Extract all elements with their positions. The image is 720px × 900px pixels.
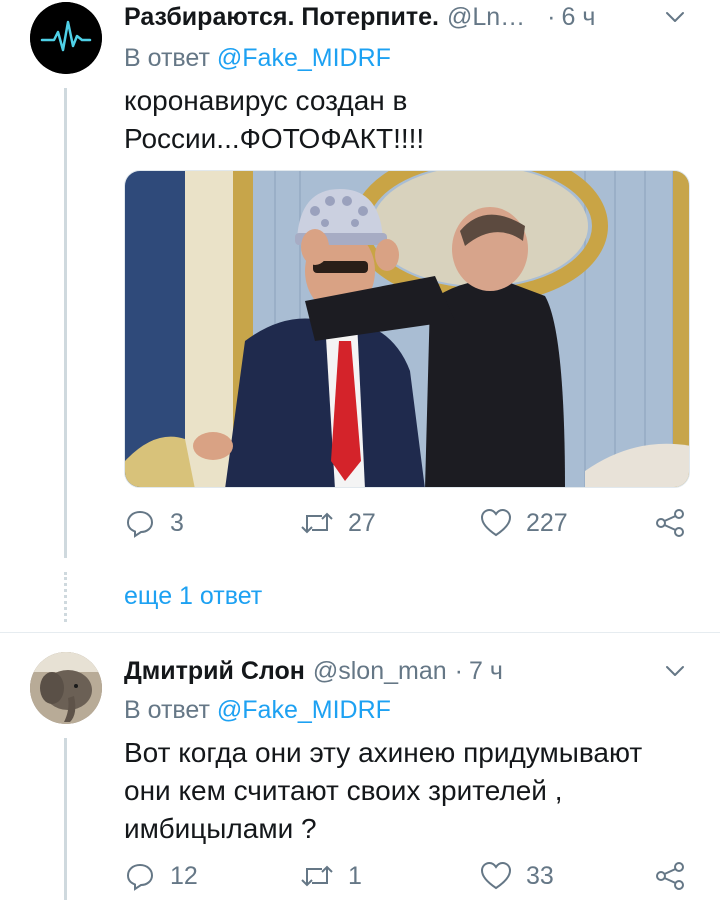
reply-button[interactable]: 12 xyxy=(124,856,198,896)
like-count: 33 xyxy=(526,861,554,890)
reply-count: 3 xyxy=(170,508,184,537)
like-count: 227 xyxy=(526,508,568,537)
tweet-actions: 3 27 227 xyxy=(124,503,694,543)
tweet-text-line: России...ФОТОФАКТ!!!! xyxy=(124,123,425,154)
like-button[interactable]: 227 xyxy=(480,503,568,543)
avatar[interactable] xyxy=(30,652,102,724)
like-icon xyxy=(480,508,512,537)
tweet-2[interactable]: Дмитрий Слон @slon_man · 7 ч В ответ @Fa… xyxy=(0,640,720,900)
reply-context: В ответ @Fake_MIDRF xyxy=(124,696,391,725)
tweet-text: коронавирус создан в России...ФОТОФАКТ!!… xyxy=(124,82,690,158)
reply-icon xyxy=(126,863,154,891)
elephant-photo-icon xyxy=(30,652,102,724)
retweet-icon xyxy=(301,865,333,887)
reply-context: В ответ @Fake_MIDRF xyxy=(124,44,391,73)
share-button[interactable] xyxy=(654,856,700,896)
chevron-down-icon[interactable] xyxy=(664,6,686,28)
username[interactable]: @Ln… xyxy=(447,3,525,32)
tweet-text-line: они кем считают своих зрителей , xyxy=(124,775,563,806)
share-icon xyxy=(656,862,684,890)
like-icon xyxy=(480,861,512,890)
reply-icon xyxy=(126,510,154,538)
share-icon xyxy=(656,509,684,537)
tweet-text-line: имбицылами ? xyxy=(124,813,317,844)
avatar[interactable] xyxy=(30,2,102,74)
retweet-button[interactable]: 1 xyxy=(300,856,362,896)
display-name[interactable]: Дмитрий Слон xyxy=(124,657,305,686)
thread-line xyxy=(64,88,67,558)
tweet-header: Разбираются. Потерпите. @Ln… · 6 ч xyxy=(124,0,700,34)
reply-prefix: В ответ xyxy=(124,44,210,72)
tweet-header: Дмитрий Слон @slon_man · 7 ч xyxy=(124,654,700,688)
retweet-count: 27 xyxy=(348,508,376,537)
timestamp[interactable]: 6 ч xyxy=(561,3,595,32)
like-button[interactable]: 33 xyxy=(480,856,554,896)
separator: · xyxy=(454,656,463,685)
retweet-icon xyxy=(301,512,333,534)
tweet-1[interactable]: Разбираются. Потерпите. @Ln… · 6 ч В отв… xyxy=(0,0,720,632)
reply-prefix: В ответ xyxy=(124,696,210,724)
pulse-logo-icon xyxy=(30,2,102,74)
tweet-text-line: коронавирус создан в xyxy=(124,85,408,116)
username[interactable]: @slon_man xyxy=(313,657,447,686)
display-name[interactable]: Разбираются. Потерпите. xyxy=(124,3,439,32)
photo-image xyxy=(125,171,689,487)
separator: · xyxy=(547,2,556,31)
retweet-button[interactable]: 27 xyxy=(300,503,376,543)
tweet-text-line: Вот когда они эту ахинею придумывают xyxy=(124,737,643,768)
reply-mention-link[interactable]: @Fake_MIDRF xyxy=(217,696,391,724)
reply-count: 12 xyxy=(170,861,198,890)
reply-mention-link[interactable]: @Fake_MIDRF xyxy=(217,44,391,72)
tweet-divider xyxy=(0,632,720,633)
tweet-photo[interactable] xyxy=(124,170,690,488)
share-button[interactable] xyxy=(654,503,700,543)
retweet-count: 1 xyxy=(348,861,362,890)
timestamp[interactable]: 7 ч xyxy=(469,657,503,686)
show-more-replies-link[interactable]: еще 1 ответ xyxy=(124,582,262,611)
tweet-actions: 12 1 33 xyxy=(124,856,694,896)
reply-button[interactable]: 3 xyxy=(124,503,184,543)
thread-line-dotted xyxy=(64,572,67,622)
thread-line xyxy=(64,738,67,900)
chevron-down-icon[interactable] xyxy=(664,660,686,682)
tweet-text: Вот когда они эту ахинею придумывают они… xyxy=(124,734,690,848)
